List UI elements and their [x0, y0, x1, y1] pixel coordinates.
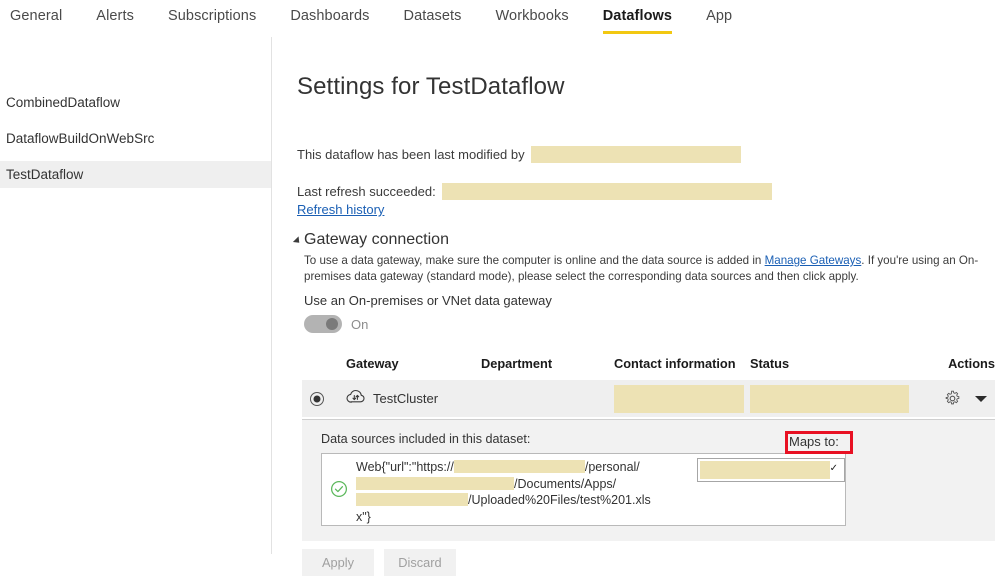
refresh-history-link[interactable]: Refresh history — [297, 202, 384, 217]
gateway-name-cell: TestCluster — [346, 389, 481, 408]
use-gateway-label: Use an On-premises or VNet data gateway — [304, 293, 552, 308]
gateway-connection-description: To use a data gateway, make sure the com… — [304, 253, 994, 284]
tab-datasets[interactable]: Datasets — [404, 4, 462, 30]
url-segment-4: /Docume — [514, 476, 565, 491]
last-refresh-label: Last refresh succeeded: — [297, 184, 436, 199]
top-navigation-bar: General Alerts Subscriptions Dashboards … — [0, 0, 999, 37]
contact-information-redacted — [614, 384, 744, 413]
page-title: Settings for TestDataflow — [297, 73, 565, 100]
url-segment-6: /Uploaded%20File — [468, 493, 571, 507]
tab-general[interactable]: General — [10, 4, 62, 30]
gateway-status-cell — [750, 384, 917, 413]
last-modified-line: This dataflow has been last modified by — [297, 146, 741, 164]
select-chevron-down-icon[interactable]: ✓ — [830, 464, 838, 474]
gateway-connection-title: Gateway connection — [304, 231, 449, 248]
gateway-cloud-icon — [346, 389, 366, 408]
data-source-url-text: Web{"url":"https:// /personal/ /Documents/… — [356, 459, 656, 525]
column-header-contact-information: Contact information — [614, 355, 736, 371]
url-redacted-2 — [356, 476, 514, 490]
data-sources-panel: Data sources included in this dataset: W… — [302, 419, 995, 541]
maps-to-value-redacted — [700, 461, 830, 479]
gateway-toggle-state-label: On — [351, 316, 369, 332]
gateway-contact-cell — [614, 384, 750, 413]
tab-workbooks[interactable]: Workbooks — [496, 4, 569, 30]
url-segment-2: /pe — [584, 460, 603, 474]
gear-icon[interactable] — [944, 390, 961, 407]
gateway-table: Gateway Department Contact information S… — [302, 346, 995, 417]
sidebar-item-testdataflow[interactable]: TestDataflow — [0, 161, 271, 188]
gateway-toggle-switch[interactable] — [304, 315, 342, 333]
last-modified-label: This dataflow has been last modified by — [297, 147, 525, 162]
last-refresh-value-redacted — [441, 183, 772, 201]
gateway-toggle-group: On — [304, 315, 368, 333]
tab-dashboards[interactable]: Dashboards — [290, 4, 369, 30]
apply-button[interactable]: Apply — [302, 549, 374, 576]
manage-gateways-link[interactable]: Manage Gateways — [765, 254, 862, 267]
sidebar-item-dataflowbuildonwebsrc[interactable]: DataflowBuildOnWebSrc — [0, 125, 271, 152]
valid-check-icon — [330, 480, 348, 498]
settings-content-pane: Settings for TestDataflow This dataflow … — [273, 37, 999, 576]
url-segment-3: rsonal/ — [602, 460, 640, 474]
last-modified-value-redacted — [530, 146, 741, 164]
maps-to-label: Maps to: — [789, 434, 839, 449]
description-text-part1: To use a data gateway, make sure the com… — [304, 254, 765, 267]
column-header-status: Status — [750, 355, 790, 371]
column-header-department: Department — [481, 355, 553, 371]
maps-to-select[interactable]: ✓ — [697, 458, 845, 482]
chevron-down-icon[interactable] — [975, 395, 987, 402]
collapse-caret-icon[interactable] — [292, 236, 303, 246]
data-sources-title: Data sources included in this dataset: — [321, 432, 531, 446]
url-redacted-3 — [356, 493, 468, 507]
url-segment-1: Web{"url":"https:// — [356, 460, 454, 474]
tab-dataflows[interactable]: Dataflows — [602, 4, 673, 34]
table-row[interactable]: TestCluster — [302, 380, 995, 417]
footer-button-row: Apply Discard — [302, 549, 456, 576]
gateway-name-label: TestCluster — [373, 391, 439, 406]
tab-subscriptions[interactable]: Subscriptions — [168, 4, 256, 30]
dataflow-list-sidebar: CombinedDataflow DataflowBuildOnWebSrc T… — [0, 37, 272, 554]
discard-button[interactable]: Discard — [384, 549, 456, 576]
status-redacted — [750, 384, 909, 413]
last-refresh-line: Last refresh succeeded: — [297, 183, 772, 201]
tab-app[interactable]: App — [706, 4, 732, 30]
column-header-actions: Actions — [948, 355, 995, 371]
toggle-knob — [326, 318, 338, 330]
sidebar-item-combineddataflow[interactable]: CombinedDataflow — [0, 89, 271, 116]
gateway-actions-cell — [917, 390, 999, 407]
gateway-table-header-row: Gateway Department Contact information S… — [302, 346, 995, 380]
gateway-row-select-cell — [302, 391, 346, 406]
column-header-gateway: Gateway — [346, 355, 399, 371]
url-segment-5: nts/Apps/ — [564, 476, 617, 491]
url-redacted-1 — [453, 460, 585, 474]
tab-alerts[interactable]: Alerts — [96, 4, 134, 30]
gateway-radio-button[interactable] — [310, 391, 324, 406]
gateway-connection-section-header[interactable]: Gateway connection — [292, 231, 449, 249]
